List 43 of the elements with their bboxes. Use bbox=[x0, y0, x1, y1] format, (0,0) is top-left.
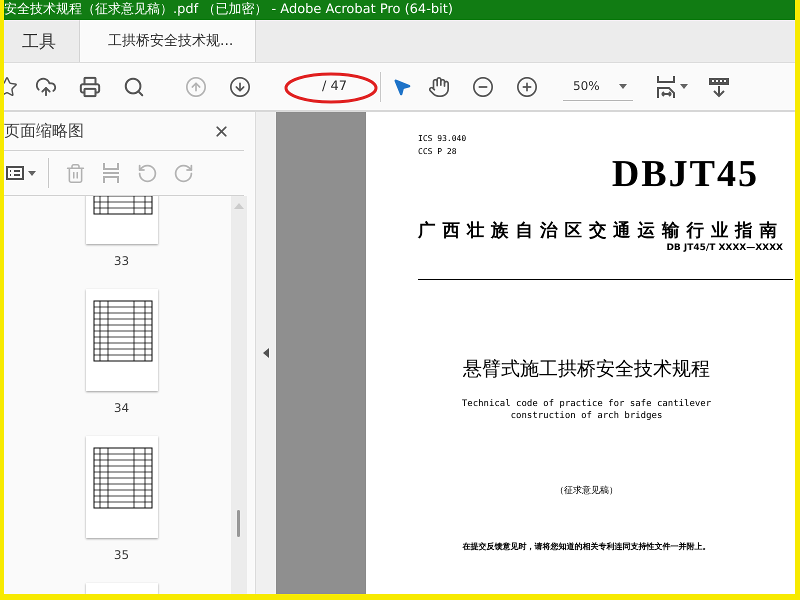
page-thumbnail[interactable] bbox=[86, 289, 158, 391]
trash-icon bbox=[64, 162, 86, 184]
list-icon bbox=[6, 166, 24, 180]
panel-title: 页面缩略图 bbox=[4, 120, 84, 142]
standard-mark: DBJT45 bbox=[612, 154, 759, 194]
ccs-code: CCS P 28 bbox=[418, 146, 458, 158]
collapse-icon bbox=[263, 348, 269, 358]
fit-page-icon bbox=[656, 74, 676, 98]
arrow-down-icon bbox=[229, 76, 251, 98]
extract-icon bbox=[102, 163, 120, 183]
rotate-left-icon bbox=[136, 162, 158, 184]
caret-icon bbox=[680, 84, 688, 89]
zoom-in-icon bbox=[516, 76, 538, 98]
draft-label: （征求意见稿） bbox=[555, 484, 618, 497]
document-title: 悬臂式施工拱桥安全技术规程 bbox=[463, 357, 710, 382]
ics-code: ICS 93.040 bbox=[418, 133, 468, 145]
cloud-upload-icon bbox=[35, 76, 57, 98]
arrow-up-icon bbox=[185, 76, 207, 98]
caret-icon bbox=[28, 170, 36, 176]
zoom-field[interactable]: 50% bbox=[563, 72, 633, 100]
standard-number: DB JT45/T XXXX—XXXX bbox=[666, 243, 783, 253]
scrollbar[interactable] bbox=[231, 196, 247, 594]
english-title: Technical code of practice for safe cantilever bbox=[462, 398, 712, 410]
scroll-up-icon bbox=[234, 203, 244, 209]
page-number: 33 bbox=[114, 254, 130, 269]
page-number: 35 bbox=[114, 548, 130, 563]
zoom-out-icon bbox=[472, 76, 494, 98]
tab[interactable]: 工拱桥安全技术规... bbox=[80, 20, 256, 62]
rotate-right-icon bbox=[172, 162, 194, 184]
scroll-thumb[interactable] bbox=[237, 510, 240, 537]
window-title: 安全技术规程（征求意见稿）.pdf （已加密） - Adobe Acrobat Pro (64-bit) bbox=[4, 0, 795, 20]
caret-icon bbox=[619, 84, 627, 88]
read-mode-icon bbox=[708, 76, 730, 98]
printer-icon bbox=[79, 76, 101, 98]
standard-category: 广西壮族自治区交通运输行业指南 bbox=[418, 220, 785, 242]
english-title: construction of arch bridges bbox=[510, 410, 662, 422]
hand-icon bbox=[428, 76, 450, 98]
search-icon bbox=[123, 76, 145, 98]
collapse-panel-handle[interactable] bbox=[255, 112, 276, 594]
patent-note: 在提交反馈意见时，请将您知道的相关专利连同支持性文件一并附上。 bbox=[462, 541, 710, 552]
page-number: 34 bbox=[114, 401, 130, 416]
page-thumbnail[interactable] bbox=[86, 436, 158, 538]
pointer-icon bbox=[392, 76, 412, 96]
